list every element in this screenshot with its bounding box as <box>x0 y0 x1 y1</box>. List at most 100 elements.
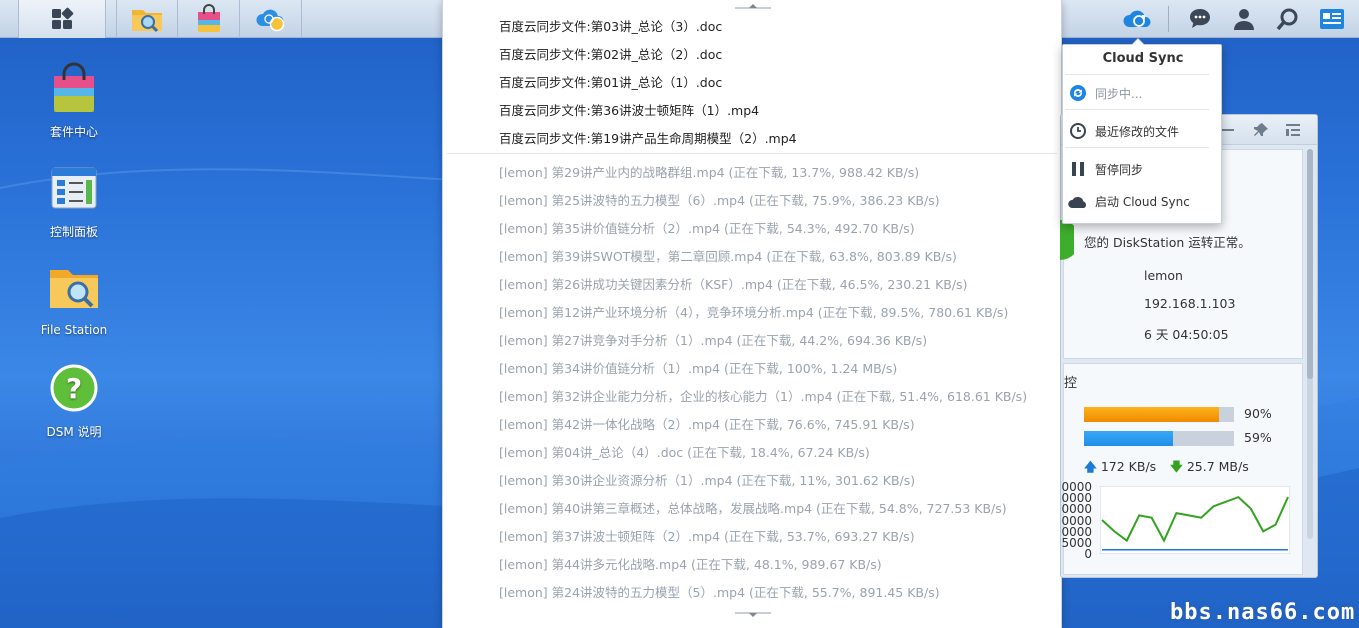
list-item: [lemon] 第44讲多元化战略.mp4 (正在下载, 48.1%, 989.… <box>499 557 882 572</box>
list-item: [lemon] 第26讲成功关键因素分析（KSF）.mp4 (正在下载, 46.… <box>499 277 968 292</box>
ram-meter-fill <box>1084 431 1173 446</box>
ram-percent: 59% <box>1244 430 1272 445</box>
dashboard-icon <box>1320 9 1344 29</box>
chevron-down-icon <box>735 612 771 617</box>
ram-meter <box>1084 431 1234 446</box>
svg-text:?: ? <box>66 372 82 405</box>
notifications-button[interactable] <box>1180 0 1220 38</box>
list-item: [lemon] 第27讲竞争对手分析（1）.mp4 (正在下载, 44.2%, … <box>499 333 928 348</box>
list-item: 百度云同步文件:第36讲波士顿矩阵（1）.mp4 <box>499 103 760 118</box>
health-status-icon <box>1060 220 1074 260</box>
list-item: [lemon] 第32讲企业能力分析，企业的核心能力（1）.mp4 (正在下载,… <box>499 389 1028 404</box>
health-status-text: 您的 DiskStation 运转正常。 <box>1084 235 1251 250</box>
menu-item-recent-files[interactable]: 最近修改的文件 <box>1067 118 1217 144</box>
cloud-sync-tray-button[interactable] <box>1118 0 1158 38</box>
search-icon <box>1276 8 1298 31</box>
cloud-globe-icon <box>255 9 284 32</box>
cloud-sync-menu-title: Cloud Sync <box>1102 51 1184 66</box>
minimize-icon[interactable] <box>1221 124 1235 136</box>
pin-icon[interactable] <box>1253 122 1269 138</box>
list-item: [lemon] 第42讲一体化战略（2）.mp4 (正在下载, 76.6%, 7… <box>499 417 915 432</box>
shopping-bag-icon <box>197 4 220 32</box>
widget-scrollbar[interactable] <box>1307 149 1313 539</box>
server-ip: 192.168.1.103 <box>1144 296 1236 311</box>
sync-notification-list[interactable]: 百度云同步文件:第03讲_总论（3）.doc 百度云同步文件:第02讲_总论（2… <box>442 0 1062 628</box>
user-menu-button[interactable] <box>1224 0 1264 38</box>
folder-search-icon <box>132 10 162 33</box>
cpu-meter-fill <box>1084 407 1219 422</box>
menu-divider <box>1065 147 1209 148</box>
list-item: [lemon] 第34讲价值链分析（1）.mp4 (正在下载, 100%, 1.… <box>499 361 898 376</box>
desktop-icon-dsm-help[interactable]: ? DSM 说明 <box>24 362 124 440</box>
grid-menu-icon <box>52 7 74 29</box>
list-item: [lemon] 第40讲第三章概述，总体战略，发展战略.mp4 (正在下载, 5… <box>499 501 1007 516</box>
list-item: 百度云同步文件:第19讲产品生命周期模型（2）.mp4 <box>499 131 797 146</box>
desktop-icon-label: 控制面板 <box>49 225 98 239</box>
menu-item-label: 同步中... <box>1095 86 1143 101</box>
widget-scrollbar-thumb[interactable] <box>1307 149 1313 379</box>
taskbar-file-station-button[interactable] <box>116 0 178 38</box>
download-rate-value: 25.7 MB/s <box>1186 459 1249 474</box>
desktop-icon-file-station[interactable]: File Station <box>24 262 124 337</box>
list-item: [lemon] 第39讲SWOT模型，第二章回顾.mp4 (正在下载, 63.8… <box>499 249 957 264</box>
control-panel-icon <box>51 167 97 209</box>
cpu-percent: 90% <box>1244 406 1272 421</box>
list-item: [lemon] 第24讲波特的五力模型（5）.mp4 (正在下载, 55.7%,… <box>499 585 940 600</box>
menu-divider <box>1065 109 1209 110</box>
tray-divider <box>1168 6 1169 32</box>
list-item: [lemon] 第04讲_总论（4）.doc (正在下载, 18.4%, 67.… <box>499 445 870 460</box>
scroll-down-arrow[interactable] <box>735 612 771 618</box>
list-item: 百度云同步文件:第03讲_总论（3）.doc <box>499 19 723 34</box>
list-item: [lemon] 第37讲波士顿矩阵（2）.mp4 (正在下载, 53.7%, 6… <box>499 529 915 544</box>
menu-item-label: 最近修改的文件 <box>1095 124 1180 139</box>
cloud-sync-icon <box>1123 10 1151 27</box>
list-item: [lemon] 第30讲企业资源分析（1）.mp4 (正在下载, 11%, 30… <box>499 473 916 488</box>
folder-search-icon <box>50 270 98 308</box>
chart-y-tick-label: 0 <box>1084 547 1092 562</box>
shopping-bag-icon <box>54 62 94 112</box>
desktop-icon-label: 套件中心 <box>49 125 98 139</box>
sync-spinning-icon <box>1067 82 1089 104</box>
list-item: [lemon] 第25讲波特的五力模型（6）.mp4 (正在下载, 75.9%,… <box>499 193 940 208</box>
menu-divider <box>1065 74 1209 75</box>
list-divider <box>447 153 1057 154</box>
clock-icon <box>1067 120 1089 142</box>
main-menu-button[interactable] <box>18 0 106 38</box>
scroll-up-arrow[interactable] <box>735 3 771 9</box>
upload-rate: 🡅 172 KB/s <box>1084 458 1156 479</box>
list-item: [lemon] 第35讲价值链分析（2）.mp4 (正在下载, 54.3%, 4… <box>499 221 915 236</box>
desktop-icon-control-panel[interactable]: 控制面板 <box>24 162 124 240</box>
list-item: 百度云同步文件:第01讲_总论（1）.doc <box>499 75 723 90</box>
chat-bubble-icon <box>1190 9 1210 28</box>
question-mark-icon: ? <box>50 364 98 412</box>
watermark: bbs.nas66.com <box>1170 600 1356 625</box>
download-rate: 🡇 25.7 MB/s <box>1170 458 1249 479</box>
resource-monitor-widget: 控 90% 59% 🡅 172 KB/s 🡇 25.7 MB/s 0000 000… <box>1061 363 1303 575</box>
list-item: [lemon] 第29讲产业内的战略群组.mp4 (正在下载, 13.7%, 9… <box>499 165 920 180</box>
desktop-icon-label: DSM 说明 <box>46 425 102 439</box>
widgets-button[interactable] <box>1312 0 1352 38</box>
chevron-up-icon <box>735 4 771 9</box>
uptime: 6 天 04:50:05 <box>1144 327 1229 342</box>
menu-item-label: 启动 Cloud Sync <box>1095 194 1190 209</box>
cpu-meter <box>1084 407 1234 422</box>
menu-item-syncing[interactable]: 同步中... <box>1067 80 1217 106</box>
cloud-icon <box>1067 190 1089 212</box>
pause-icon <box>1067 158 1089 180</box>
user-icon <box>1234 9 1254 30</box>
network-chart <box>1100 486 1290 554</box>
menu-item-launch-cloud-sync[interactable]: 启动 Cloud Sync <box>1067 188 1217 214</box>
menu-item-label: 暂停同步 <box>1095 162 1144 177</box>
menu-item-pause-sync[interactable]: 暂停同步 <box>1067 156 1217 182</box>
desktop-icon-label: File Station <box>40 323 108 337</box>
search-button[interactable] <box>1268 0 1308 38</box>
server-name: lemon <box>1144 268 1183 283</box>
upload-rate-value: 172 KB/s <box>1100 459 1157 474</box>
list-item: [lemon] 第12讲产业环境分析（4），竞争环境分析.mp4 (正在下载, … <box>499 305 1009 320</box>
settings-list-icon[interactable] <box>1285 123 1301 137</box>
list-item: 百度云同步文件:第02讲_总论（2）.doc <box>499 47 723 62</box>
taskbar-cloud-sync-app-button[interactable] <box>240 0 302 38</box>
widget-title: 控 <box>1064 376 1078 391</box>
desktop-icon-package-center[interactable]: 套件中心 <box>24 62 124 140</box>
taskbar-package-center-button[interactable] <box>178 0 240 38</box>
